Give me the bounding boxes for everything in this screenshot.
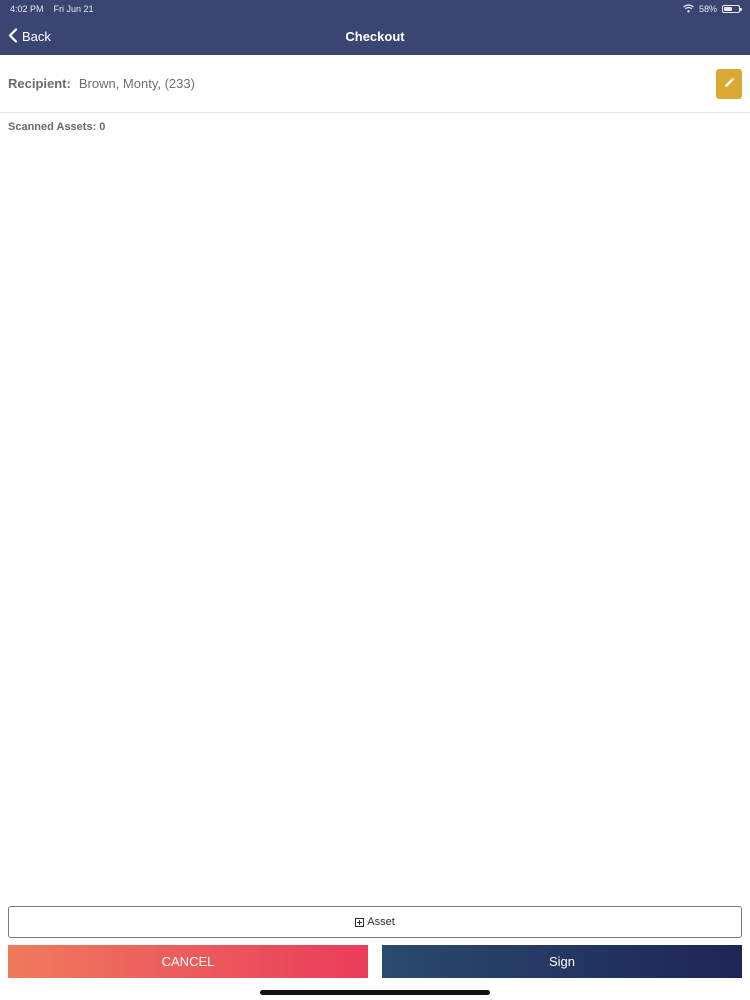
- status-right: 58%: [683, 3, 742, 15]
- recipient-label: Recipient:: [8, 76, 71, 91]
- add-asset-button[interactable]: Asset: [8, 906, 742, 938]
- status-left: 4:02 PM Fri Jun 21: [10, 4, 94, 14]
- recipient-row: Recipient: Brown, Monty, (233): [0, 55, 750, 113]
- battery-percentage: 58%: [698, 4, 717, 14]
- sign-button[interactable]: Sign: [382, 945, 742, 978]
- scanned-assets-count: Scanned Assets: 0: [8, 121, 106, 133]
- home-indicator[interactable]: [260, 990, 490, 995]
- battery-fill: [724, 7, 732, 11]
- pencil-icon: [723, 77, 735, 92]
- edit-recipient-button[interactable]: [716, 69, 742, 99]
- status-date: Fri Jun 21: [53, 4, 94, 14]
- page-title: Checkout: [345, 29, 405, 44]
- status-time: 4:02 PM: [10, 4, 44, 14]
- add-asset-label: Asset: [367, 916, 395, 928]
- recipient-value: Brown, Monty, (233): [78, 76, 195, 91]
- wifi-icon: [683, 3, 694, 15]
- sign-label: Sign: [548, 954, 576, 969]
- cancel-button[interactable]: CANCEL: [8, 945, 368, 978]
- nav-bar: Back Checkout: [0, 18, 750, 55]
- plus-square-icon: [355, 917, 365, 927]
- battery-icon: [722, 5, 742, 13]
- status-bar: 4:02 PM Fri Jun 21 58%: [0, 0, 750, 18]
- cancel-label: CANCEL: [161, 954, 215, 969]
- checkout-screen: 4:02 PM Fri Jun 21 58% Back Checkout Rec…: [0, 0, 750, 1000]
